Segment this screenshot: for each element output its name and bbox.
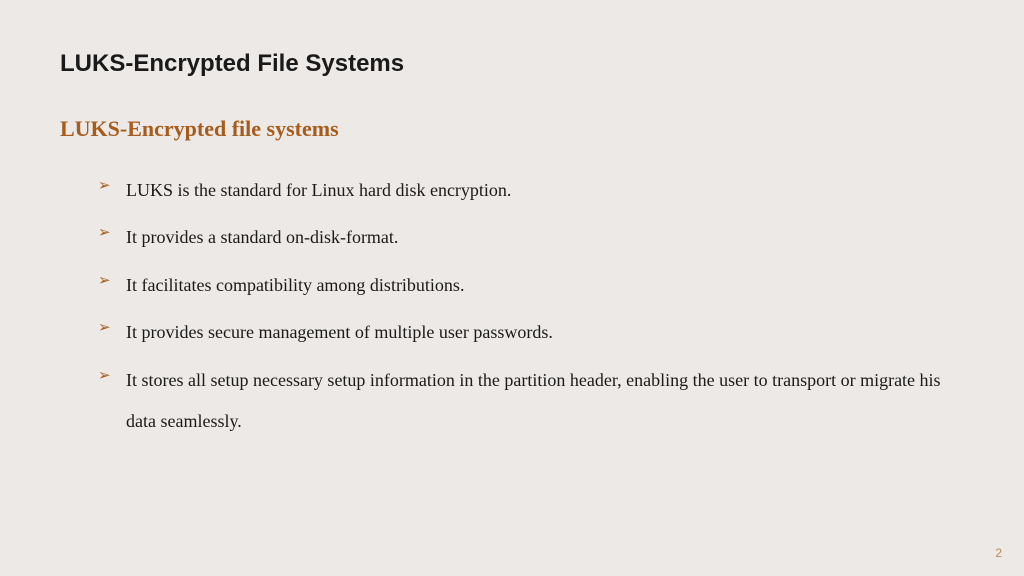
list-item: ➢ It provides a standard on-disk-format. (98, 217, 964, 258)
chevron-right-icon: ➢ (98, 179, 111, 194)
bullet-text: It facilitates compatibility among distr… (126, 275, 464, 295)
bullet-text: It stores all setup necessary setup info… (126, 370, 941, 431)
bullet-list: ➢ LUKS is the standard for Linux hard di… (60, 170, 964, 442)
slide-subtitle: LUKS-Encrypted file systems (60, 116, 964, 142)
page-number: 2 (995, 546, 1002, 560)
bullet-text: It provides a standard on-disk-format. (126, 227, 398, 247)
list-item: ➢ LUKS is the standard for Linux hard di… (98, 170, 964, 211)
list-item: ➢ It stores all setup necessary setup in… (98, 360, 964, 443)
chevron-right-icon: ➢ (98, 369, 111, 384)
chevron-right-icon: ➢ (98, 321, 111, 336)
chevron-right-icon: ➢ (98, 274, 111, 289)
chevron-right-icon: ➢ (98, 226, 111, 241)
bullet-text: LUKS is the standard for Linux hard disk… (126, 180, 511, 200)
slide-title: LUKS-Encrypted File Systems (60, 50, 964, 78)
bullet-text: It provides secure management of multipl… (126, 322, 553, 342)
list-item: ➢ It facilitates compatibility among dis… (98, 265, 964, 306)
list-item: ➢ It provides secure management of multi… (98, 312, 964, 353)
slide: LUKS-Encrypted File Systems LUKS-Encrypt… (0, 0, 1024, 576)
